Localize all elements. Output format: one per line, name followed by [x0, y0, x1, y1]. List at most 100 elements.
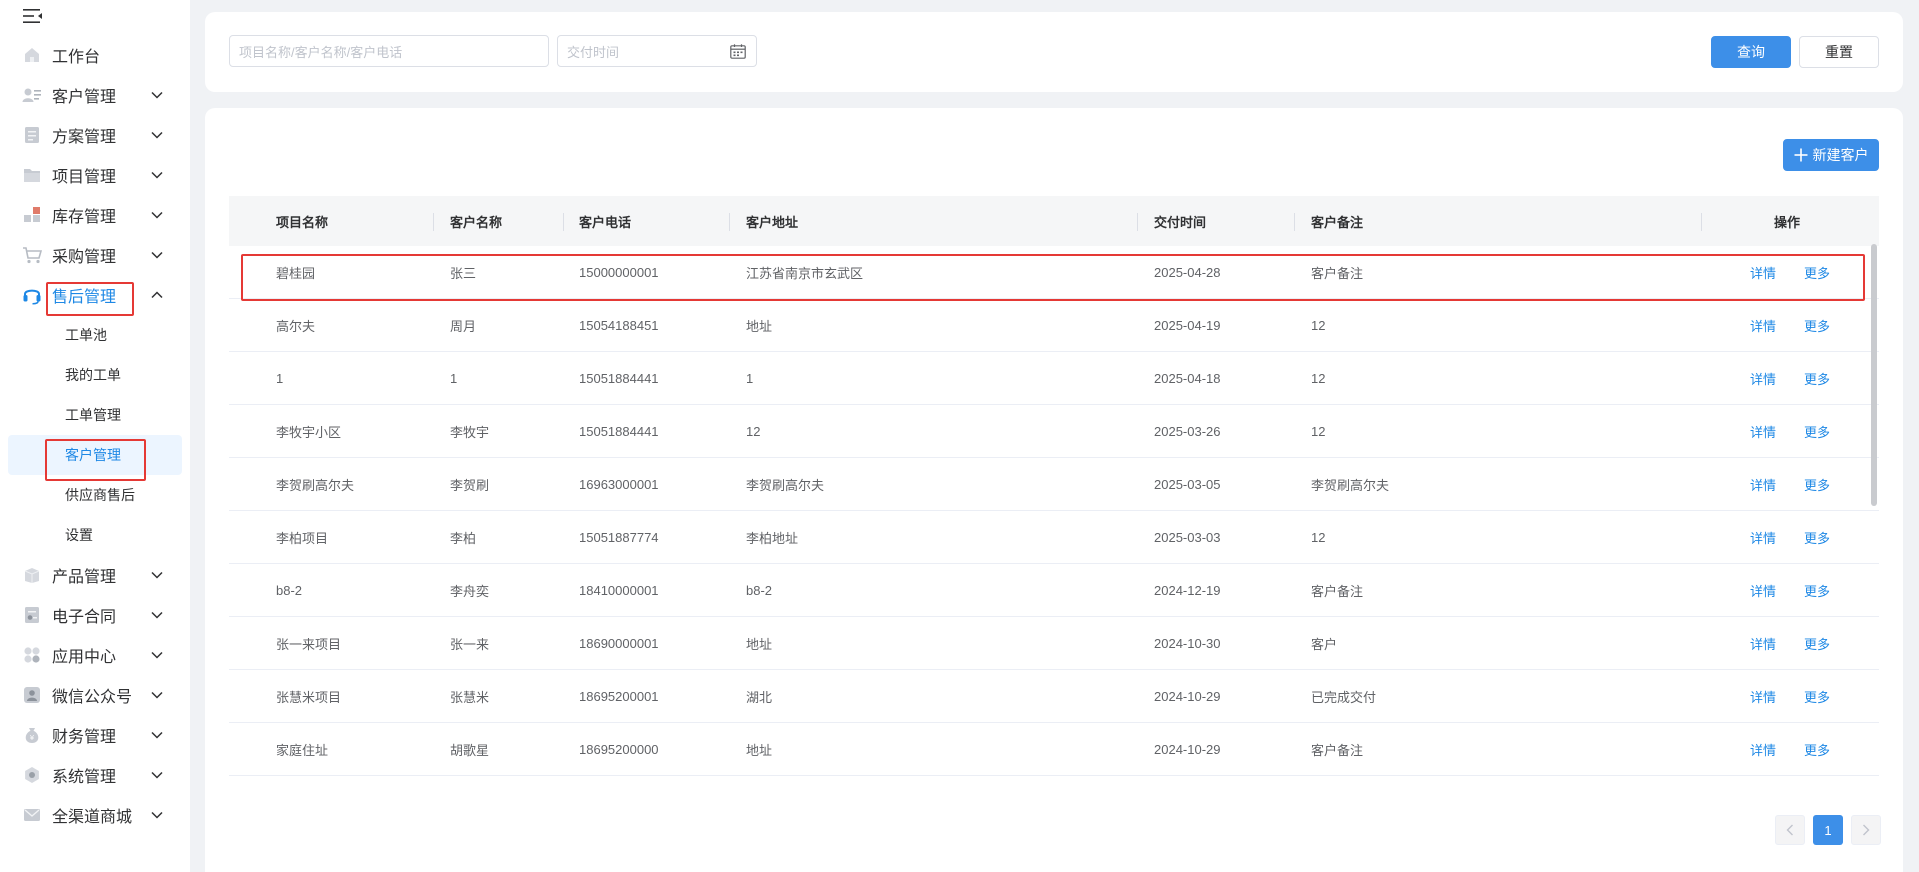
detail-link[interactable]: 详情: [1750, 617, 1776, 670]
next-page-button[interactable]: [1851, 815, 1881, 845]
cell-phone: 15000000001: [579, 265, 659, 280]
contract-icon: [22, 605, 42, 625]
cell-address: 李贺刷高尔夫: [746, 478, 825, 493]
column-header-customer-name: 客户名称: [450, 214, 503, 230]
detail-link[interactable]: 详情: [1750, 405, 1776, 458]
sidebar-item[interactable]: 售后管理: [0, 275, 190, 315]
cell-delivery-date: 2024-10-30: [1154, 636, 1221, 651]
new-customer-label: 新建客户: [1812, 147, 1869, 163]
cell-customer-name: 李柏: [450, 531, 477, 546]
search-input[interactable]: 项目名称/客户名称/客户电话: [229, 35, 549, 67]
chevron-down-icon: [150, 168, 164, 182]
cell-customer-name: 李牧宇: [450, 425, 490, 440]
new-customer-button[interactable]: 新建客户: [1783, 139, 1879, 171]
sidebar-item[interactable]: 方案管理: [0, 115, 190, 155]
sidebar-item-label: 系统管理: [52, 769, 117, 786]
detail-link[interactable]: 详情: [1750, 246, 1776, 299]
reset-button[interactable]: 重置: [1799, 36, 1879, 68]
sidebar-subitem[interactable]: 工单池: [0, 315, 190, 355]
table-scrollbar[interactable]: [1871, 244, 1877, 506]
page-button-current[interactable]: 1: [1813, 815, 1843, 845]
more-link[interactable]: 更多: [1804, 405, 1830, 458]
chevron-down-icon: [150, 728, 164, 742]
sidebar-item[interactable]: 应用中心: [0, 635, 190, 675]
cell-note: 已完成交付: [1311, 690, 1377, 705]
table-row: 李牧宇小区 李牧宇 15051884441 12 2025-03-26 12 详情 更多: [229, 405, 1879, 458]
more-link[interactable]: 更多: [1804, 723, 1830, 775]
cell-customer-name: 李贺刷: [450, 478, 490, 493]
main-card: 新建客户 项目名称 客户名称 客户电话 客户地址 交付时间 客户备注 操作 碧桂…: [205, 108, 1903, 872]
sidebar-item[interactable]: 库存管理: [0, 195, 190, 235]
cell-address: b8-2: [746, 583, 773, 598]
user-badge-icon: [22, 685, 42, 705]
cell-project: 碧桂园: [276, 266, 316, 281]
prev-page-button[interactable]: [1775, 815, 1805, 845]
sidebar-item[interactable]: 全渠道商城: [0, 795, 190, 835]
sidebar-item[interactable]: 客户管理: [0, 75, 190, 115]
sidebar-subitem[interactable]: 客户管理: [8, 435, 182, 475]
sidebar-item[interactable]: 产品管理: [0, 555, 190, 595]
cell-delivery-date: 2025-04-28: [1154, 265, 1221, 280]
cell-address: 江苏省南京市玄武区: [746, 266, 864, 281]
cell-customer-name: 李舟奕: [450, 584, 490, 599]
detail-link[interactable]: 详情: [1750, 299, 1776, 352]
sidebar-item[interactable]: 微信公众号: [0, 675, 190, 715]
sidebar-item[interactable]: 系统管理: [0, 755, 190, 795]
more-link[interactable]: 更多: [1804, 299, 1830, 352]
table-row: 李贺刷高尔夫 李贺刷 16963000001 李贺刷高尔夫 2025-03-05 李贺刷高…: [229, 458, 1879, 511]
customer-table: 项目名称 客户名称 客户电话 客户地址 交付时间 客户备注 操作 碧桂园 张三 15…: [229, 196, 1879, 776]
more-link[interactable]: 更多: [1804, 617, 1830, 670]
cell-project: 李贺刷高尔夫: [276, 478, 355, 493]
chevron-down-icon: [150, 128, 164, 142]
cell-note: 客户备注: [1311, 266, 1364, 281]
headset-icon: [22, 285, 42, 305]
cell-note: 12: [1311, 371, 1326, 386]
sidebar-item-label: 客户管理: [52, 89, 117, 106]
sidebar-subitem[interactable]: 设置: [0, 515, 190, 555]
sidebar-item[interactable]: 工作台: [0, 35, 190, 75]
more-link[interactable]: 更多: [1804, 458, 1830, 511]
sidebar-item-label: 采购管理: [52, 249, 117, 266]
sidebar-subitem[interactable]: 工单管理: [0, 395, 190, 435]
apps-icon: [22, 645, 42, 665]
more-link[interactable]: 更多: [1804, 246, 1830, 299]
menu-fold-icon[interactable]: [22, 6, 44, 26]
money-bag-icon: ¥: [22, 725, 42, 745]
more-link[interactable]: 更多: [1804, 670, 1830, 723]
cell-project: 张一来项目: [276, 637, 342, 652]
table-row: 高尔夫 周月 15054188451 地址 2025-04-19 12 详情 更多: [229, 299, 1879, 352]
query-button[interactable]: 查询: [1711, 36, 1791, 68]
more-link[interactable]: 更多: [1804, 511, 1830, 564]
sidebar-item[interactable]: 项目管理: [0, 155, 190, 195]
cell-phone: 15051884441: [579, 424, 659, 439]
mail-icon: [22, 805, 42, 825]
box-icon: [22, 565, 42, 585]
more-link[interactable]: 更多: [1804, 564, 1830, 617]
cell-delivery-date: 2025-03-26: [1154, 424, 1221, 439]
sidebar-item[interactable]: 采购管理: [0, 235, 190, 275]
detail-link[interactable]: 详情: [1750, 723, 1776, 775]
detail-link[interactable]: 详情: [1750, 352, 1776, 405]
cell-phone: 18690000001: [579, 636, 659, 651]
cell-note: 客户: [1311, 637, 1338, 652]
chevron-down-icon: [150, 208, 164, 222]
sidebar-subitem[interactable]: 供应商售后: [0, 475, 190, 515]
more-link[interactable]: 更多: [1804, 352, 1830, 405]
cell-project: 张慧米项目: [276, 690, 342, 705]
chevron-down-icon: [150, 248, 164, 262]
sidebar-menu: 工作台 客户管理 方案管理 项目管理 库存管理 采购管理 售后管理 工单池 我的工单 工单管理 客户…: [0, 35, 190, 835]
column-header-delivery-date: 交付时间: [1154, 214, 1207, 230]
table-header: 项目名称 客户名称 客户电话 客户地址 交付时间 客户备注 操作: [229, 196, 1879, 246]
sidebar-item[interactable]: ¥ 财务管理: [0, 715, 190, 755]
detail-link[interactable]: 详情: [1750, 511, 1776, 564]
sidebar-subitem[interactable]: 我的工单: [0, 355, 190, 395]
detail-link[interactable]: 详情: [1750, 564, 1776, 617]
delivery-date-picker[interactable]: 交付时间: [557, 35, 757, 67]
cell-customer-name: 胡歌星: [450, 743, 490, 758]
sidebar-item[interactable]: 电子合同: [0, 595, 190, 635]
column-separator: [1137, 213, 1138, 231]
table-row: 张一来项目 张一来 18690000001 地址 2024-10-30 客户 详情 更多: [229, 617, 1879, 670]
detail-link[interactable]: 详情: [1750, 670, 1776, 723]
detail-link[interactable]: 详情: [1750, 458, 1776, 511]
cell-delivery-date: 2025-03-03: [1154, 530, 1221, 545]
